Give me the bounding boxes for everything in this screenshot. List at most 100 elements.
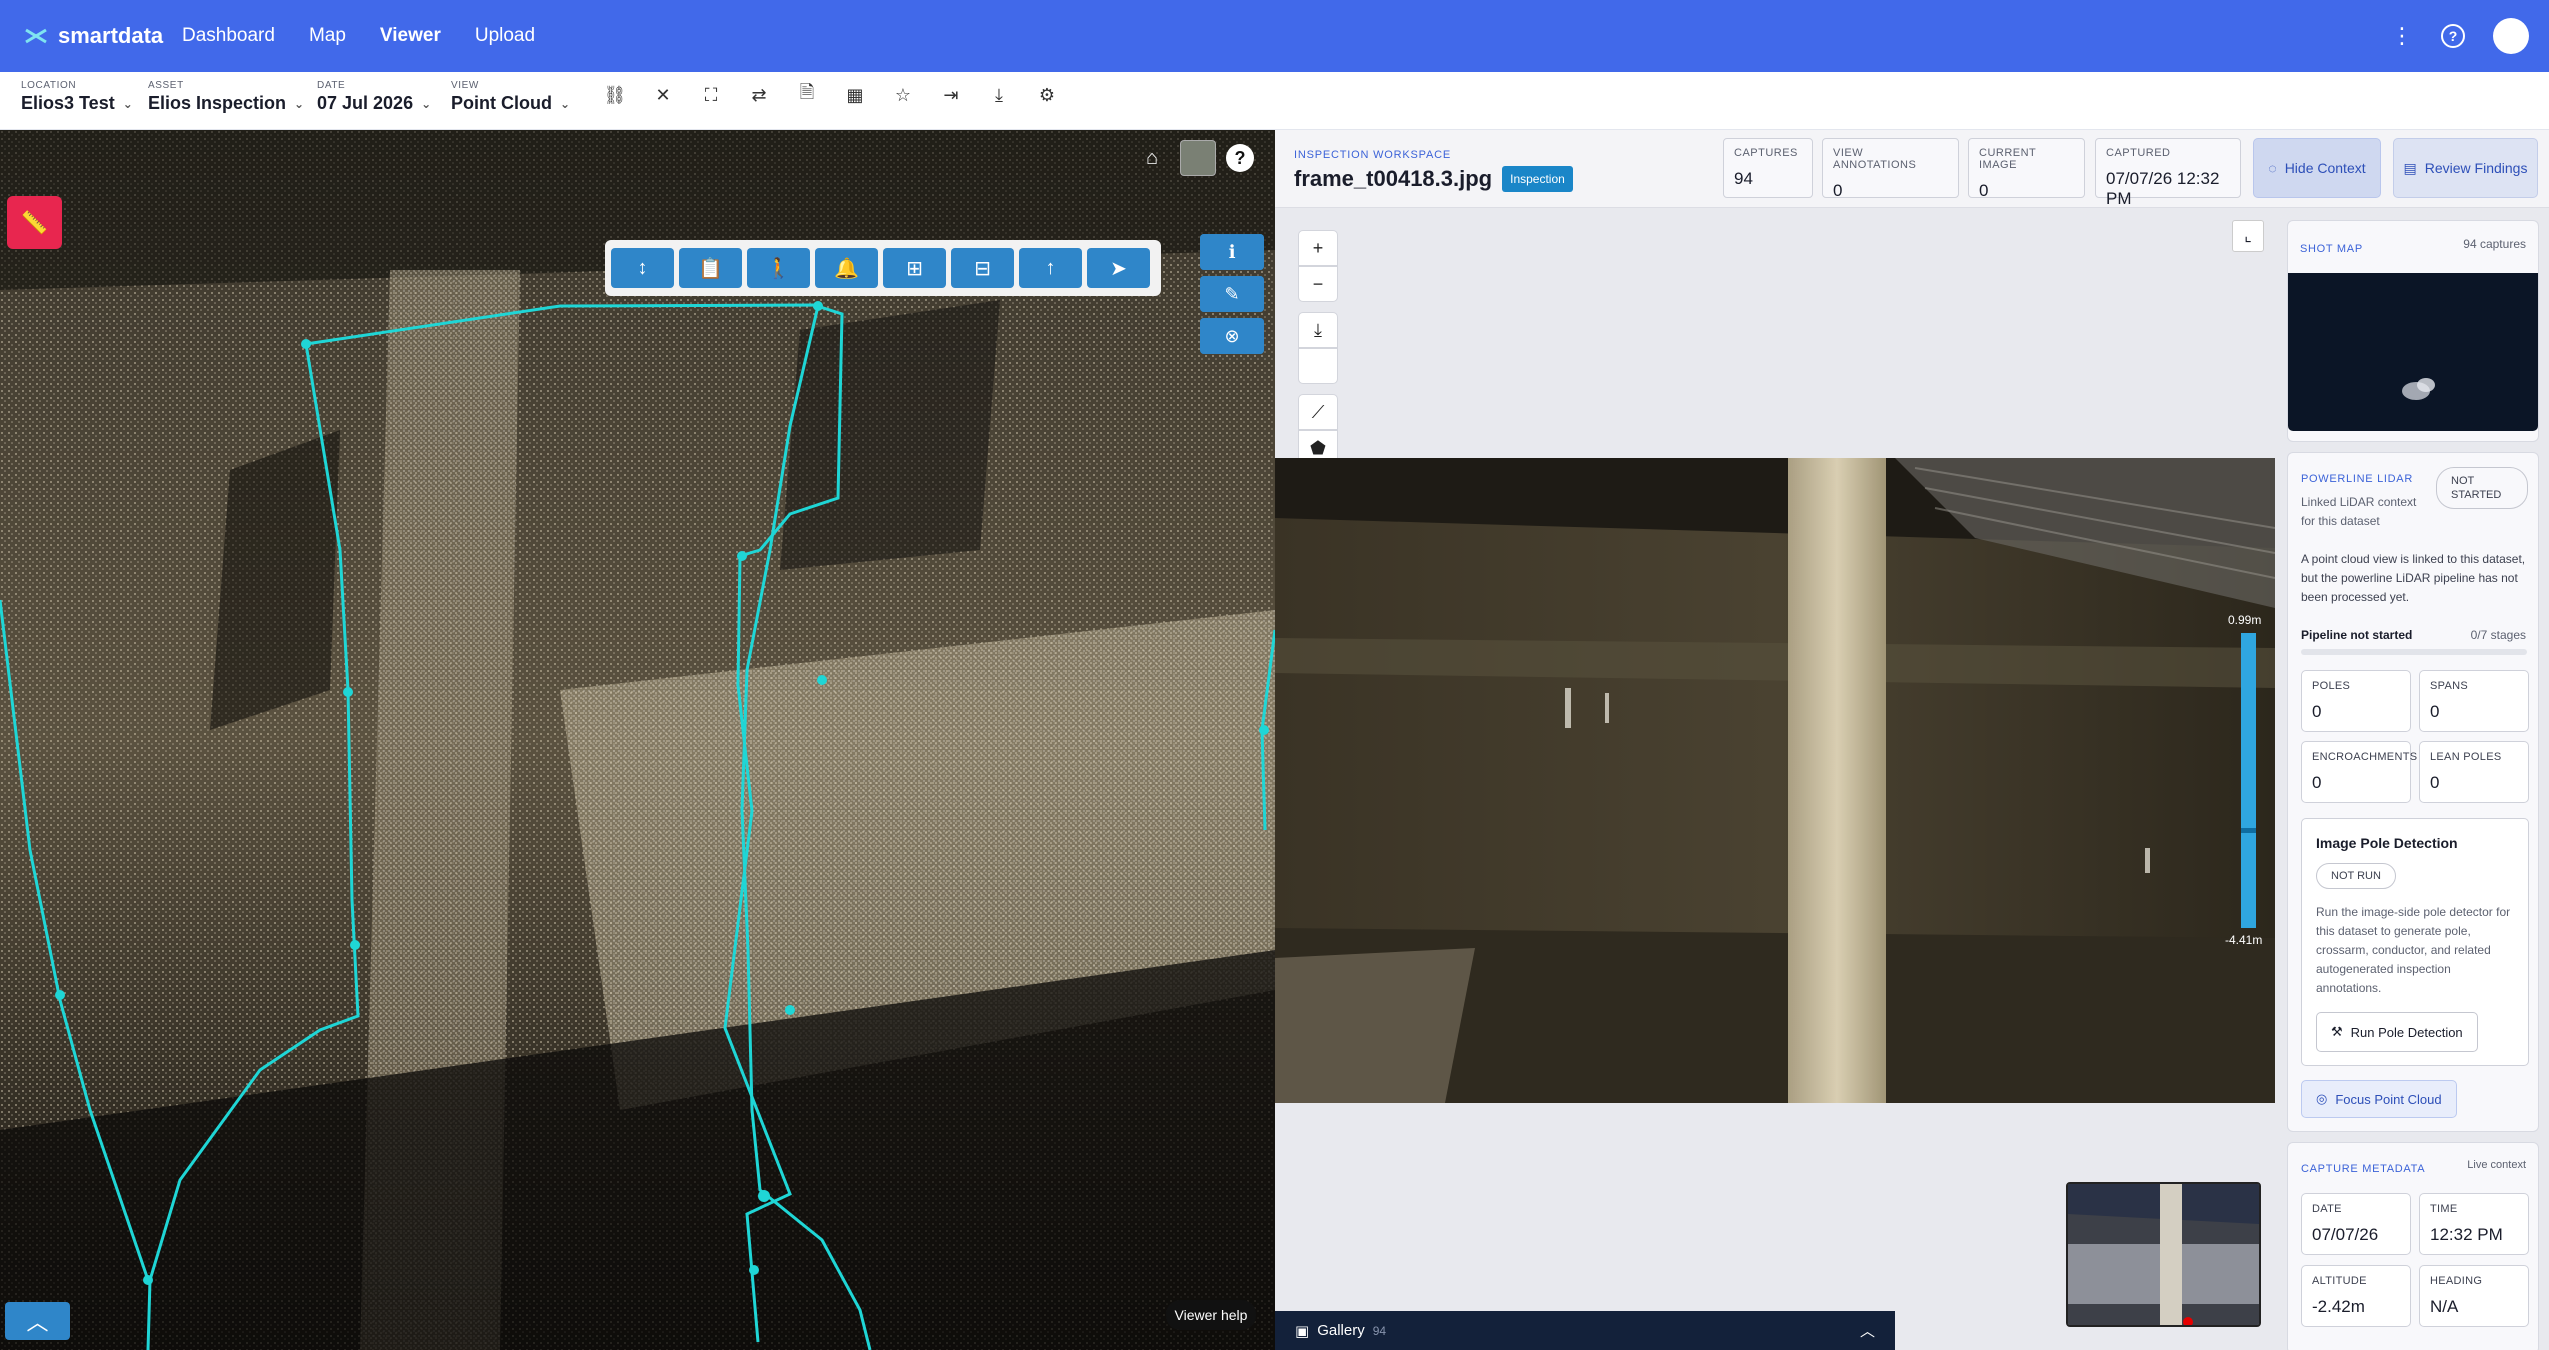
remove-box-button[interactable]: ⊟	[951, 248, 1014, 288]
asset-label: ASSET	[148, 80, 184, 91]
document-icon[interactable]: 🗎	[796, 82, 818, 106]
bell-button[interactable]: 🔔	[815, 248, 878, 288]
inspection-image[interactable]: 0.99m -4.41m	[1275, 458, 2275, 1103]
hide-context-button[interactable]: ◌ Hide Context	[2253, 138, 2381, 198]
chevron-up-icon: ︿	[26, 1310, 49, 1335]
point-cloud-viewer[interactable]: 📏 ⌂ ? ↕ 📋 🚶 🔔 ⊞ ⊟ ↑ ➤ ℹ ✎ ⊗ ︿ Viewer hel…	[0, 130, 1275, 1350]
eye-off-icon: ◌	[2268, 160, 2277, 176]
logo-icon	[25, 28, 47, 44]
download-image-button[interactable]: ⤓	[1298, 312, 1338, 348]
zoom-out-button[interactable]: −	[1298, 266, 1338, 302]
kpi-encroachments: ENCROACHMENTS 0	[2301, 741, 2418, 803]
pole-run-icon: ⚒	[2331, 1024, 2343, 1039]
nav-map[interactable]: Map	[309, 25, 346, 47]
line-tool-icon[interactable]: ⟋	[1298, 394, 1338, 430]
pipeline-progress-text: 0/7 stages	[2470, 628, 2526, 642]
settings-icon[interactable]: ⚙	[1036, 84, 1058, 106]
meta-date: DATE 07/07/26	[2301, 1193, 2411, 1255]
pipeline-progress-bar	[2301, 649, 2527, 655]
shot-map-canvas[interactable]	[2288, 273, 2538, 431]
inspection-workspace: INSPECTION WORKSPACE frame_t00418.3.jpg …	[1275, 130, 2549, 1350]
viewer-help-icon[interactable]: ?	[1226, 144, 1254, 172]
home-view-button[interactable]: ⌂	[1134, 140, 1170, 176]
nav-viewer[interactable]: Viewer	[380, 25, 441, 47]
image-filename: frame_t00418.3.jpg	[1294, 166, 1493, 191]
review-findings-label: Review Findings	[2424, 160, 2528, 176]
inspection-badge: Inspection	[1502, 166, 1573, 192]
review-findings-button[interactable]: ▤ Review Findings	[2393, 138, 2538, 198]
gallery-bar[interactable]: ▣ Gallery 94 ︿	[1275, 1311, 1895, 1350]
stat-current-image: CURRENT IMAGE 0	[1968, 138, 2085, 200]
chevron-up-icon[interactable]: ︿	[1860, 1320, 1875, 1341]
zoom-in-button[interactable]: +	[1298, 230, 1338, 266]
meta-label: DATE	[2312, 1203, 2342, 1215]
kpi-poles: POLES 0	[2301, 670, 2411, 732]
run-pole-detection-button[interactable]: ⚒ Run Pole Detection	[2316, 1012, 2478, 1052]
blank-tool-button[interactable]	[1298, 348, 1338, 384]
location-label: LOCATION	[21, 80, 77, 91]
nav-dashboard[interactable]: Dashboard	[182, 25, 275, 47]
basemap-toggle-button[interactable]	[1180, 140, 1216, 176]
meta-label: TIME	[2430, 1203, 2458, 1215]
avatar[interactable]	[2493, 18, 2529, 54]
map-thumbnail-icon	[1181, 140, 1215, 176]
qr-icon[interactable]: ▦	[844, 84, 866, 106]
stat-label: CAPTURED	[2106, 147, 2171, 159]
download-icon[interactable]: ⤓	[988, 84, 1010, 106]
focus-point-cloud-button[interactable]: ◎ Focus Point Cloud	[2301, 1080, 2457, 1118]
swap-icon[interactable]: ⇄	[748, 84, 770, 106]
arrow-up-button[interactable]: ↑	[1019, 248, 1082, 288]
date-label: DATE	[317, 80, 346, 91]
brand-name: smartdata	[58, 23, 164, 48]
view-value: Point Cloud	[451, 93, 552, 113]
close-circle-button[interactable]: ⊗	[1200, 318, 1264, 354]
edit-button[interactable]: ✎	[1200, 276, 1264, 312]
workspace-label: INSPECTION WORKSPACE	[1294, 149, 1451, 161]
expand-panel-button[interactable]: ︿	[5, 1302, 70, 1340]
point-cloud-canvas[interactable]	[0, 130, 1275, 1350]
more-vert-icon[interactable]: ⋮	[2391, 23, 2413, 49]
asset-select[interactable]: ASSET Elios Inspection ⌄	[148, 80, 304, 114]
meta-label: ALTITUDE	[2312, 1275, 2367, 1287]
location-select[interactable]: LOCATION Elios3 Test ⌄	[21, 80, 133, 114]
date-select[interactable]: DATE 07 Jul 2026 ⌄	[317, 80, 431, 114]
info-button[interactable]: ℹ	[1200, 234, 1264, 270]
stat-label: CURRENT IMAGE	[1979, 147, 2037, 171]
kpi-label: SPANS	[2430, 680, 2468, 692]
unlink-icon[interactable]: ⛓	[604, 84, 627, 106]
help-icon[interactable]: ?	[2441, 24, 2465, 48]
meta-label: HEADING	[2430, 1275, 2483, 1287]
image-minimap[interactable]	[2066, 1182, 2261, 1327]
fullscreen-icon[interactable]: ⛶	[700, 84, 722, 106]
kpi-label: ENCROACHMENTS	[2312, 751, 2418, 763]
send-button[interactable]: ➤	[1087, 248, 1150, 288]
toolbar-gap	[1298, 302, 1338, 312]
meta-value: 12:32 PM	[2430, 1225, 2503, 1244]
focus-point-cloud-label: Focus Point Cloud	[2335, 1091, 2442, 1107]
pole-detection-status: NOT RUN	[2316, 863, 2396, 889]
close-icon[interactable]: ✕	[652, 84, 674, 106]
home-icon: ⌂	[1145, 146, 1159, 169]
person-button[interactable]: 🚶	[747, 248, 810, 288]
view-select[interactable]: VIEW Point Cloud ⌄	[451, 80, 570, 114]
viewer-help-button[interactable]: Viewer help	[1166, 1300, 1256, 1330]
export-icon[interactable]: ⇥	[940, 84, 962, 106]
capture-metadata-card: CAPTURE METADATA Live context DATE 07/07…	[2287, 1142, 2539, 1350]
clipboard-button[interactable]: 📋	[679, 248, 742, 288]
app-logo[interactable]: smartdata	[22, 22, 163, 50]
star-icon[interactable]: ☆	[892, 84, 914, 106]
ruler-icon: 📏	[20, 209, 49, 235]
kpi-value: 0	[2312, 773, 2322, 792]
kpi-label: LEAN POLES	[2430, 751, 2502, 763]
kpi-value: 0	[2430, 702, 2440, 721]
chart-toggle-button[interactable]: ⌞	[2232, 220, 2264, 252]
depth-scale-bottom: -4.41m	[2225, 933, 2263, 947]
nav-upload[interactable]: Upload	[475, 25, 535, 47]
height-measure-button[interactable]: ↕	[611, 248, 674, 288]
gallery-label: Gallery	[1317, 1322, 1365, 1339]
add-box-button[interactable]: ⊞	[883, 248, 946, 288]
stat-label: CAPTURES	[1734, 147, 1798, 159]
gallery-count: 94	[1372, 1323, 1387, 1338]
kpi-value: 0	[2312, 702, 2322, 721]
measure-ruler-button[interactable]: 📏	[7, 196, 62, 249]
